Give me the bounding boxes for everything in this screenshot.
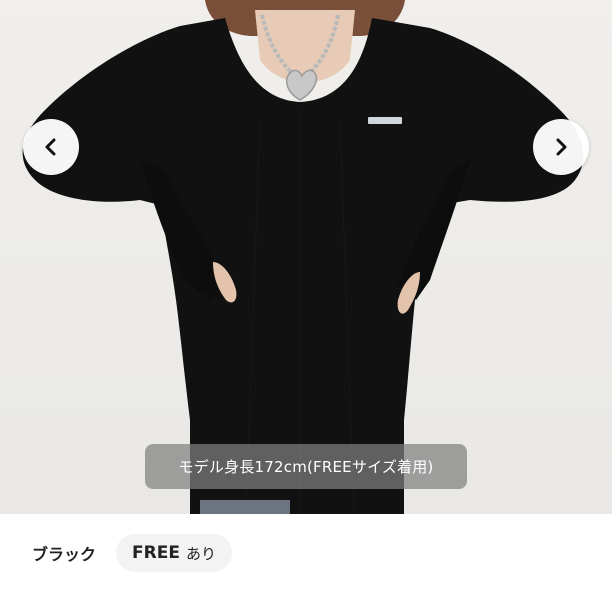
product-gallery-screen: モデル身長172cm(FREEサイズ着用) ブラック FREE あり (0, 0, 612, 612)
size-option-free[interactable]: FREE あり (116, 534, 232, 572)
next-image-button[interactable] (533, 119, 589, 175)
size-label: FREE (132, 543, 180, 563)
color-name: ブラック (32, 545, 97, 564)
stock-status: あり (185, 544, 216, 563)
model-illustration (22, 0, 584, 514)
product-photo: モデル身長172cm(FREEサイズ着用) (0, 0, 612, 514)
chevron-left-icon (45, 138, 56, 156)
chevron-right-icon (556, 138, 567, 156)
previous-image-button[interactable] (23, 119, 79, 175)
model-size-caption: モデル身長172cm(FREEサイズ着用) (145, 444, 467, 489)
